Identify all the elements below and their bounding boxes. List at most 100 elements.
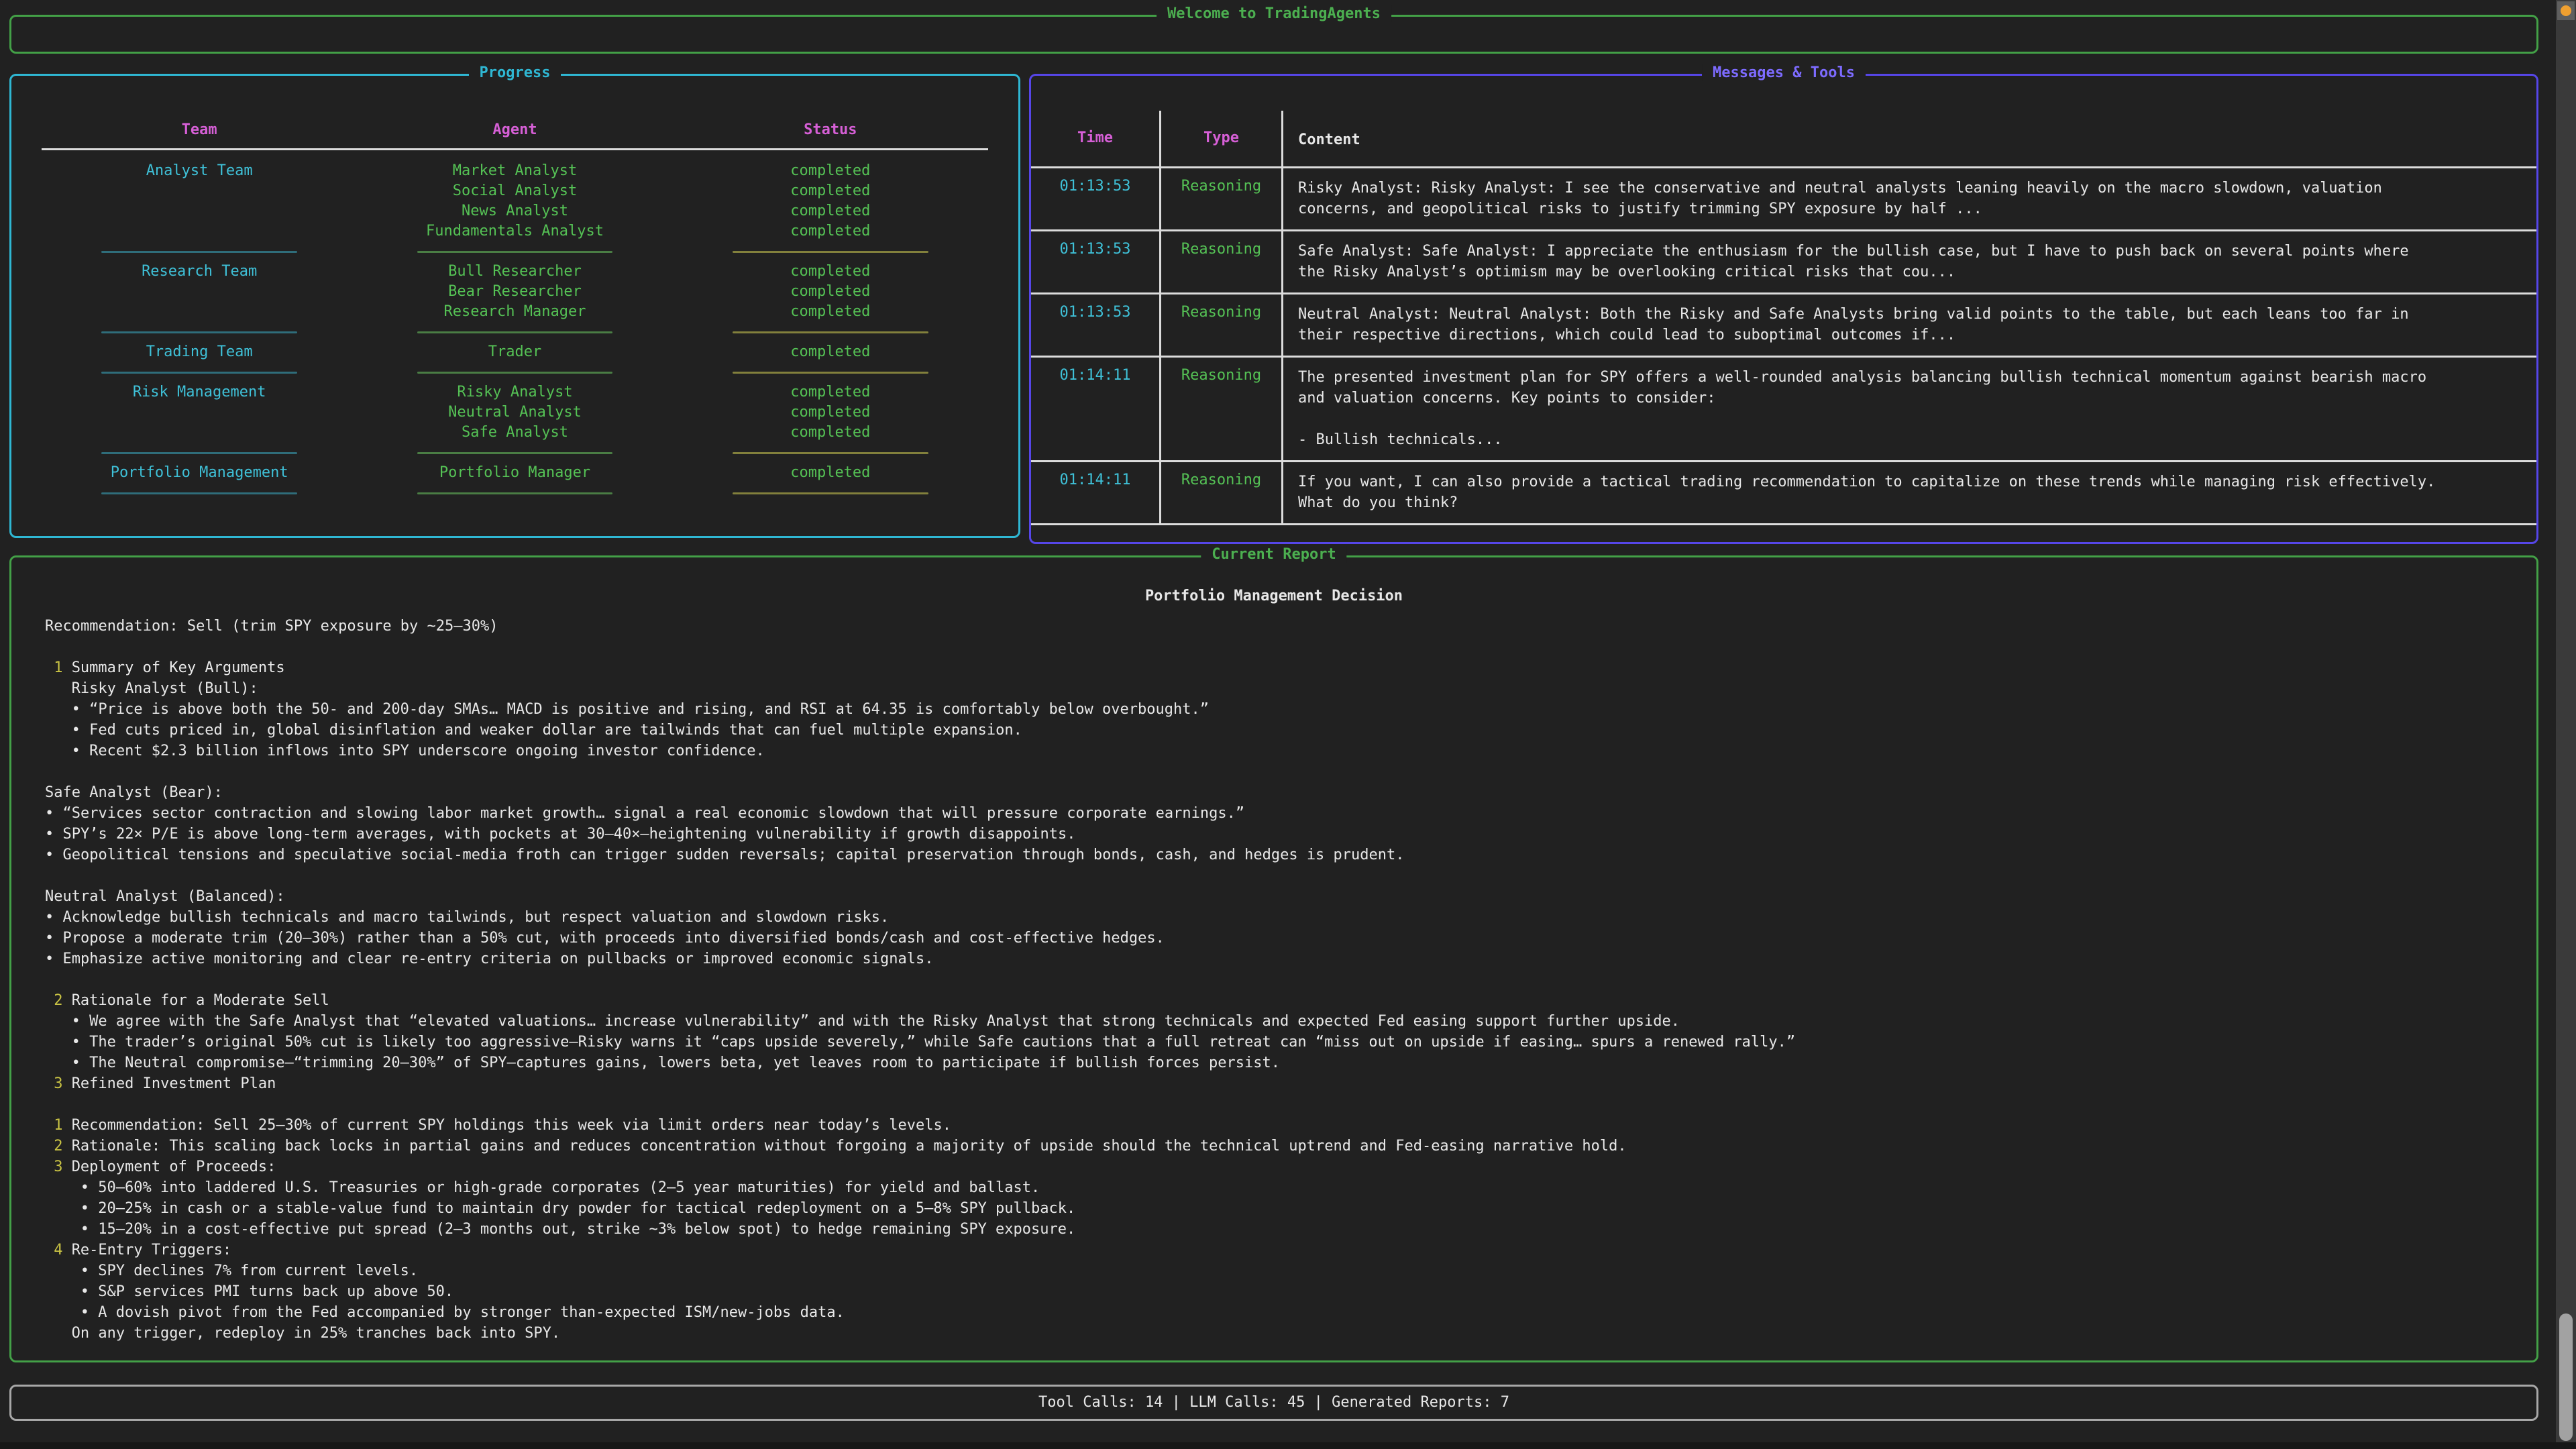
bullet-icon: • bbox=[45, 847, 54, 863]
separator-line bbox=[733, 492, 928, 494]
separator-cell bbox=[42, 251, 357, 253]
message-row: 01:13:53ReasoningNeutral Analyst: Neutra… bbox=[1031, 294, 2536, 358]
separator-cell bbox=[42, 492, 357, 494]
report-line: Risky Analyst (Bull): bbox=[11, 678, 2536, 699]
status-cell: completed bbox=[673, 463, 988, 483]
list-number: 1 bbox=[54, 659, 62, 676]
team-cell bbox=[42, 302, 357, 322]
progress-col-status: Status bbox=[673, 120, 988, 140]
scroll-top-button[interactable] bbox=[2557, 1, 2575, 20]
separator-line bbox=[101, 251, 297, 253]
group-separator bbox=[42, 483, 988, 503]
report-line: • 50–60% into laddered U.S. Treasuries o… bbox=[11, 1177, 2536, 1198]
report-line: • SPY’s 22× P/E is above long-term avera… bbox=[11, 824, 2536, 845]
separator-cell bbox=[357, 251, 672, 253]
tradingagents-terminal: Welcome to TradingAgents Progress Team A… bbox=[0, 0, 2576, 1449]
report-line: • We agree with the Safe Analyst that “e… bbox=[11, 1011, 2536, 1032]
report-line: • Geopolitical tensions and speculative … bbox=[11, 845, 2536, 865]
separator-line bbox=[417, 372, 613, 374]
bullet-icon: • bbox=[80, 1179, 89, 1196]
report-line: 1 Summary of Key Arguments bbox=[11, 657, 2536, 678]
message-content: If you want, I can also provide a tactic… bbox=[1281, 462, 2536, 523]
status-cell: completed bbox=[673, 302, 988, 322]
report-line: Recommendation: Sell (trim SPY exposure … bbox=[11, 616, 2536, 637]
bullet-icon: • bbox=[45, 930, 54, 947]
report-line: Neutral Analyst (Balanced): bbox=[11, 886, 2536, 907]
report-body: Portfolio Management Decision Recommenda… bbox=[11, 557, 2536, 1344]
report-line bbox=[11, 1094, 2536, 1115]
progress-row: Analyst TeamMarket Analystcompleted bbox=[42, 161, 988, 181]
report-line: • Propose a moderate trim (20–30%) rathe… bbox=[11, 928, 2536, 949]
list-number: 1 bbox=[54, 1117, 62, 1134]
agent-cell: Market Analyst bbox=[357, 161, 672, 181]
bullet-icon: • bbox=[80, 1221, 89, 1238]
bullet-icon: • bbox=[45, 909, 54, 926]
progress-panel-title: Progress bbox=[469, 64, 561, 81]
separator-cell bbox=[42, 331, 357, 333]
separator-cell bbox=[357, 372, 672, 374]
agent-cell: Safe Analyst bbox=[357, 423, 672, 443]
bullet-icon: • bbox=[80, 1283, 89, 1300]
scrollbar-track[interactable] bbox=[2556, 0, 2576, 1449]
message-time: 01:14:11 bbox=[1031, 358, 1159, 460]
window-bottom-edge bbox=[0, 1442, 2576, 1449]
report-line bbox=[11, 969, 2536, 990]
scrollbar-thumb[interactable] bbox=[2559, 1313, 2573, 1441]
agent-cell: Fundamentals Analyst bbox=[357, 221, 672, 241]
agent-cell: Neutral Analyst bbox=[357, 402, 672, 423]
agent-cell: Risky Analyst bbox=[357, 382, 672, 402]
agent-cell: Bear Researcher bbox=[357, 282, 672, 302]
messages-panel-title: Messages & Tools bbox=[1702, 64, 1866, 81]
separator-cell bbox=[673, 331, 988, 333]
progress-row: News Analystcompleted bbox=[42, 201, 988, 221]
report-line: • A dovish pivot from the Fed accompanie… bbox=[11, 1302, 2536, 1323]
team-cell bbox=[42, 282, 357, 302]
status-bar-text: Tool Calls: 14 | LLM Calls: 45 | Generat… bbox=[11, 1387, 2536, 1418]
message-content: The presented investment plan for SPY of… bbox=[1281, 358, 2536, 460]
report-line: 3 Refined Investment Plan bbox=[11, 1073, 2536, 1094]
progress-col-agent: Agent bbox=[357, 120, 672, 140]
status-cell: completed bbox=[673, 262, 988, 282]
bullet-icon: • bbox=[80, 1200, 89, 1217]
scroll-marker-icon bbox=[2561, 5, 2571, 16]
separator-line bbox=[417, 492, 613, 494]
messages-table: Time Type Content 01:13:53ReasoningRisky… bbox=[1031, 111, 2536, 525]
messages-table-body: 01:13:53ReasoningRisky Analyst: Risky An… bbox=[1031, 168, 2536, 525]
progress-row: Trading TeamTradercompleted bbox=[42, 342, 988, 362]
separator-line bbox=[417, 331, 613, 333]
team-cell bbox=[42, 181, 357, 201]
status-cell: completed bbox=[673, 402, 988, 423]
agent-cell: Trader bbox=[357, 342, 672, 362]
status-cell: completed bbox=[673, 382, 988, 402]
report-line: • Fed cuts priced in, global disinflatio… bbox=[11, 720, 2536, 741]
agent-cell: Bull Researcher bbox=[357, 262, 672, 282]
message-time: 01:14:11 bbox=[1031, 462, 1159, 523]
report-line bbox=[11, 865, 2536, 886]
separator-cell bbox=[357, 452, 672, 454]
messages-col-content: Content bbox=[1281, 111, 2536, 166]
progress-header-rule bbox=[42, 148, 988, 150]
bullet-icon: • bbox=[72, 701, 80, 718]
report-line: • Emphasize active monitoring and clear … bbox=[11, 949, 2536, 969]
report-line: 4 Re-Entry Triggers: bbox=[11, 1240, 2536, 1260]
bullet-icon: • bbox=[72, 1055, 80, 1071]
team-cell bbox=[42, 402, 357, 423]
status-cell: completed bbox=[673, 201, 988, 221]
message-type: Reasoning bbox=[1159, 358, 1281, 460]
separator-cell bbox=[357, 331, 672, 333]
list-number: 3 bbox=[54, 1159, 62, 1175]
status-cell: completed bbox=[673, 423, 988, 443]
progress-col-team: Team bbox=[42, 120, 357, 140]
message-type: Reasoning bbox=[1159, 231, 1281, 292]
report-line: • The Neutral compromise—“trimming 20–30… bbox=[11, 1053, 2536, 1073]
separator-cell bbox=[673, 372, 988, 374]
team-cell: Analyst Team bbox=[42, 161, 357, 181]
progress-table: Team Agent Status Analyst TeamMarket Ana… bbox=[11, 120, 1018, 503]
bullet-icon: • bbox=[45, 826, 54, 843]
separator-line bbox=[733, 251, 928, 253]
separator-line bbox=[101, 331, 297, 333]
current-report-panel: Current Report Portfolio Management Deci… bbox=[9, 555, 2538, 1362]
progress-row: Social Analystcompleted bbox=[42, 181, 988, 201]
report-line bbox=[11, 761, 2536, 782]
message-type: Reasoning bbox=[1159, 294, 1281, 356]
